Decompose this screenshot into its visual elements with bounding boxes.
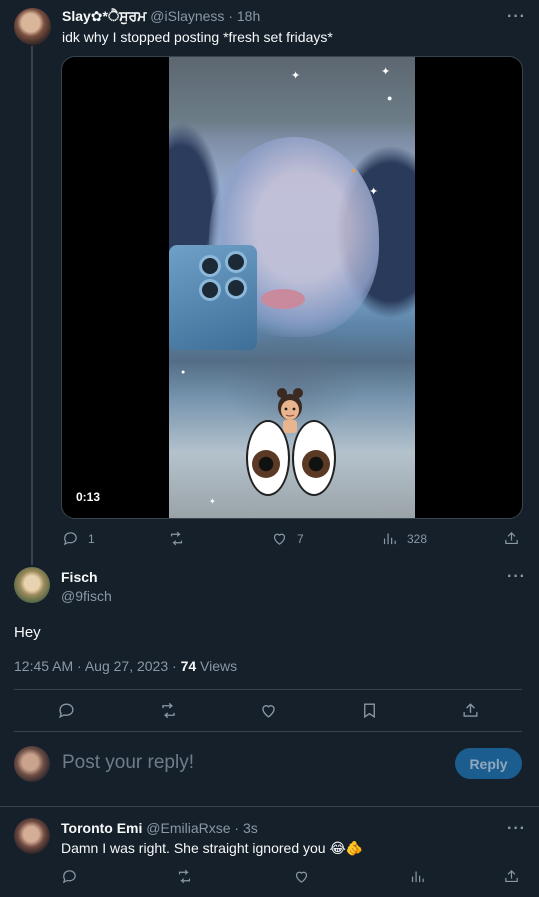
post-time[interactable]: · 3s <box>234 820 257 836</box>
tweet-text: idk why I stopped posting *fresh set fri… <box>62 29 333 45</box>
tweet-timestamp[interactable]: 12:45 AM · Aug 27, 2023 · <box>14 658 181 674</box>
views-action[interactable]: 328 <box>381 530 427 547</box>
main-tweet-name: Fisch <box>61 569 98 585</box>
retweet-icon <box>176 868 193 885</box>
share-icon <box>503 530 520 547</box>
reply-input[interactable]: Post your reply! <box>62 752 194 774</box>
author-name[interactable]: Fisch <box>61 569 98 585</box>
reply-tweet-header: Toronto Emi @EmiliaRxse · 3s <box>61 820 258 836</box>
retweet-icon <box>159 701 178 720</box>
share-icon <box>503 868 520 885</box>
analytics-icon <box>409 868 426 885</box>
share-action[interactable] <box>503 530 520 547</box>
more-options-icon[interactable]: ··· <box>507 821 526 837</box>
like-action[interactable] <box>259 701 278 720</box>
heart-icon <box>271 530 288 547</box>
reply-count: 1 <box>88 531 95 546</box>
reply-icon <box>61 868 78 885</box>
thread-connector-line <box>31 46 33 565</box>
like-count: 7 <box>297 531 304 546</box>
reply-icon <box>62 530 79 547</box>
views-action[interactable] <box>409 868 426 885</box>
retweet-icon <box>168 530 185 547</box>
author-handle[interactable]: @EmiliaRxse <box>146 820 230 836</box>
video-scene-lips <box>261 289 305 309</box>
heart-icon <box>293 868 310 885</box>
author-handle[interactable]: @9fisch <box>61 588 112 604</box>
share-icon <box>461 701 480 720</box>
view-count: 328 <box>407 531 428 546</box>
post-time[interactable]: · 18h <box>228 8 260 24</box>
more-options-icon[interactable]: ··· <box>507 9 526 25</box>
share-action[interactable] <box>461 701 480 720</box>
views-count: 74 <box>180 658 197 674</box>
bookmark-icon <box>360 701 379 720</box>
author-name[interactable]: Slay✿*ੈਸੁਰਮ <box>62 8 146 24</box>
views-label: Views <box>196 658 238 674</box>
analytics-icon <box>381 530 398 547</box>
video-scene-phone <box>169 245 257 350</box>
reply-action[interactable] <box>61 868 78 885</box>
reply-action[interactable] <box>57 701 76 720</box>
video-player[interactable]: ✦ ✦ ✦ ● ● ● ✦ 0:13 <box>61 56 523 519</box>
reply-button[interactable]: Reply <box>455 748 522 779</box>
like-action[interactable] <box>293 868 310 885</box>
main-tweet-handle: @9fisch <box>61 588 112 604</box>
avatar[interactable] <box>14 567 50 603</box>
share-action[interactable] <box>503 868 520 885</box>
retweet-action[interactable] <box>176 868 193 885</box>
tweet-text: Damn I was right. She straight ignored y… <box>61 840 364 856</box>
avatar[interactable] <box>14 818 50 854</box>
avatar <box>14 746 50 782</box>
video-duration: 0:13 <box>72 488 105 506</box>
avatar[interactable] <box>14 8 51 45</box>
tweet-meta: 12:45 AM · Aug 27, 2023 · 74 Views <box>14 658 237 674</box>
divider <box>14 731 522 732</box>
video-thumbnail: ✦ ✦ ✦ ● ● ● ✦ <box>169 57 415 518</box>
like-action[interactable]: 7 <box>271 530 304 547</box>
author-name[interactable]: Toronto Emi <box>61 820 142 836</box>
author-handle[interactable]: @iSlayness <box>150 8 224 24</box>
divider <box>14 689 522 690</box>
heart-icon <box>259 701 278 720</box>
retweet-action[interactable] <box>168 530 185 547</box>
tweet-thread-page: Slay✿*ੈਸੁਰਮ @iSlayness · 18h ··· idk why… <box>0 0 539 897</box>
parent-tweet-header: Slay✿*ੈਸੁਰਮ @iSlayness · 18h <box>62 8 260 25</box>
tweet-text: Hey <box>14 624 41 641</box>
retweet-action[interactable] <box>159 701 178 720</box>
more-options-icon[interactable]: ··· <box>507 569 526 585</box>
bookmark-action[interactable] <box>360 701 379 720</box>
reply-action[interactable]: 1 <box>62 530 95 547</box>
eyes-emoji-sticker <box>246 420 342 500</box>
reply-icon <box>57 701 76 720</box>
divider <box>0 806 539 807</box>
